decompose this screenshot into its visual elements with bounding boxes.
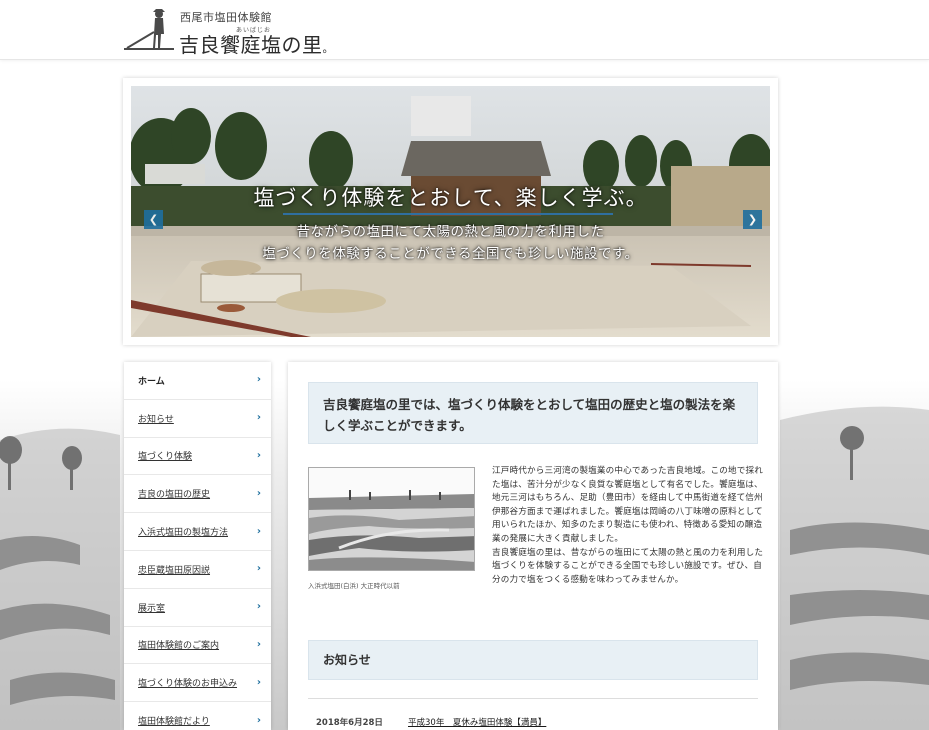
chevron-right-icon: › bbox=[256, 563, 261, 575]
news-date: 2018年6月28日 bbox=[316, 718, 383, 728]
logo-mark: 。 bbox=[322, 42, 334, 55]
sidebar-item-label: お知らせ bbox=[138, 414, 174, 425]
sidebar-item-label: 入浜式塩田の製塩方法 bbox=[138, 528, 229, 539]
chevron-right-icon: › bbox=[256, 374, 261, 386]
historic-salt-field-photo bbox=[308, 467, 475, 571]
news-heading: お知らせ bbox=[308, 640, 758, 680]
chevron-right-icon: › bbox=[256, 714, 261, 726]
photo-caption: 入浜式塩田(白浜) 大正時代以前 bbox=[308, 582, 400, 590]
salt-worker-logo-icon bbox=[124, 9, 174, 50]
site-logo[interactable]: 西尾市塩田体験館 あいばじお 吉良饗庭塩の里。 bbox=[124, 6, 364, 57]
hero-underline bbox=[283, 213, 613, 215]
sidebar-item-label: 塩づくり体験 bbox=[138, 452, 193, 463]
sidebar-item-label: 吉良の塩田の歴史 bbox=[138, 490, 211, 501]
body-text: 江戸時代から三河湾の製塩業の中心であった吉良地域。この地で採れた塩は、苦汁分が少… bbox=[492, 465, 764, 587]
sidebar-nav: ホーム › お知らせ › 塩づくり体験 › 吉良の塩田の歴史 › 入浜式塩田の製塩方法 ›… bbox=[124, 362, 271, 730]
sidebar-item-method[interactable]: 入浜式塩田の製塩方法 › bbox=[124, 513, 271, 551]
sidebar-item-history[interactable]: 吉良の塩田の歴史 › bbox=[124, 475, 271, 514]
hero-slider: 塩づくり体験をとおして、楽しく学ぶ。 昔ながらの塩田にて太陽の熱と風の力を利用し… bbox=[123, 78, 778, 345]
sidebar-item-experience[interactable]: 塩づくり体験 › bbox=[124, 438, 271, 476]
body-paragraph: 江戸時代から三河湾の製塩業の中心であった吉良地域。この地で採れた塩は、苦汁分が少… bbox=[492, 466, 763, 544]
chevron-right-icon: › bbox=[256, 487, 261, 499]
sidebar-item-chushingura[interactable]: 忠臣蔵塩田原因説 › bbox=[124, 551, 271, 589]
logo-subtitle: 西尾市塩田体験館 bbox=[180, 11, 272, 24]
logo-title: 吉良饗庭塩の里。 bbox=[179, 29, 334, 58]
body-paragraph: 吉良饗庭塩の里は、昔ながらの塩田にて太陽の熱と風の力を利用した塩づくりを体験する… bbox=[492, 547, 764, 585]
news-row: 2018年6月28日 平成30年 夏休み塩田体験【満員】 bbox=[308, 698, 758, 730]
main-content: 吉良饗庭塩の里では、塩づくり体験をとおして塩田の歴史と塩の製法を楽しく学ぶことが… bbox=[288, 362, 778, 730]
chevron-right-icon: › bbox=[256, 601, 261, 613]
sidebar-item-label: 塩田体験館だより bbox=[138, 717, 210, 728]
news-link[interactable]: 平成30年 夏休み塩田体験【満員】 bbox=[408, 716, 546, 728]
hero-subline: 昔ながらの塩田にて太陽の熱と風の力を利用した 塩づくりを体験することができる全国… bbox=[131, 221, 770, 265]
sidebar-item-label: ホーム bbox=[138, 376, 165, 387]
sidebar-item-home[interactable]: ホーム › bbox=[124, 362, 271, 400]
sidebar-item-label: 塩田体験館のご案内 bbox=[138, 641, 220, 652]
chevron-right-icon: › bbox=[256, 412, 261, 424]
chevron-right-icon: › bbox=[256, 638, 261, 650]
slider-prev-button[interactable]: ❮ bbox=[144, 210, 163, 229]
hero-image: 塩づくり体験をとおして、楽しく学ぶ。 昔ながらの塩田にて太陽の熱と風の力を利用し… bbox=[131, 86, 770, 337]
chevron-right-icon: ❯ bbox=[747, 213, 758, 226]
sidebar-item-news[interactable]: お知らせ › bbox=[124, 400, 271, 438]
intro-heading: 吉良饗庭塩の里では、塩づくり体験をとおして塩田の歴史と塩の製法を楽しく学ぶことが… bbox=[308, 382, 758, 444]
sidebar-item-label: 忠臣蔵塩田原因説 bbox=[138, 565, 211, 576]
historic-photo-image bbox=[309, 468, 474, 570]
hero-subline-2: 塩づくりを体験することができる全国でも珍しい施設です。 bbox=[262, 246, 639, 262]
hero-headline: 塩づくり体験をとおして、楽しく学ぶ。 bbox=[253, 186, 648, 210]
sidebar-item-newsletter[interactable]: 塩田体験館だより › bbox=[124, 702, 271, 730]
sidebar-item-label: 塩づくり体験のお申込み bbox=[138, 679, 238, 690]
chevron-right-icon: › bbox=[256, 525, 261, 537]
sidebar-item-exhibition[interactable]: 展示室 › bbox=[124, 589, 271, 627]
sidebar-item-label: 展示室 bbox=[138, 603, 166, 614]
logo-title-text: 吉良饗庭塩の里 bbox=[179, 33, 323, 57]
site-header: 西尾市塩田体験館 あいばじお 吉良饗庭塩の里。 bbox=[0, 0, 929, 60]
chevron-right-icon: › bbox=[256, 449, 261, 461]
sidebar-item-guide[interactable]: 塩田体験館のご案内 › bbox=[124, 627, 271, 665]
slider-next-button[interactable]: ❯ bbox=[743, 210, 762, 229]
hero-subline-1: 昔ながらの塩田にて太陽の熱と風の力を利用した bbox=[296, 224, 605, 240]
sidebar-item-application[interactable]: 塩づくり体験のお申込み › bbox=[124, 664, 271, 703]
chevron-right-icon: › bbox=[256, 676, 261, 688]
chevron-left-icon: ❮ bbox=[148, 213, 159, 226]
